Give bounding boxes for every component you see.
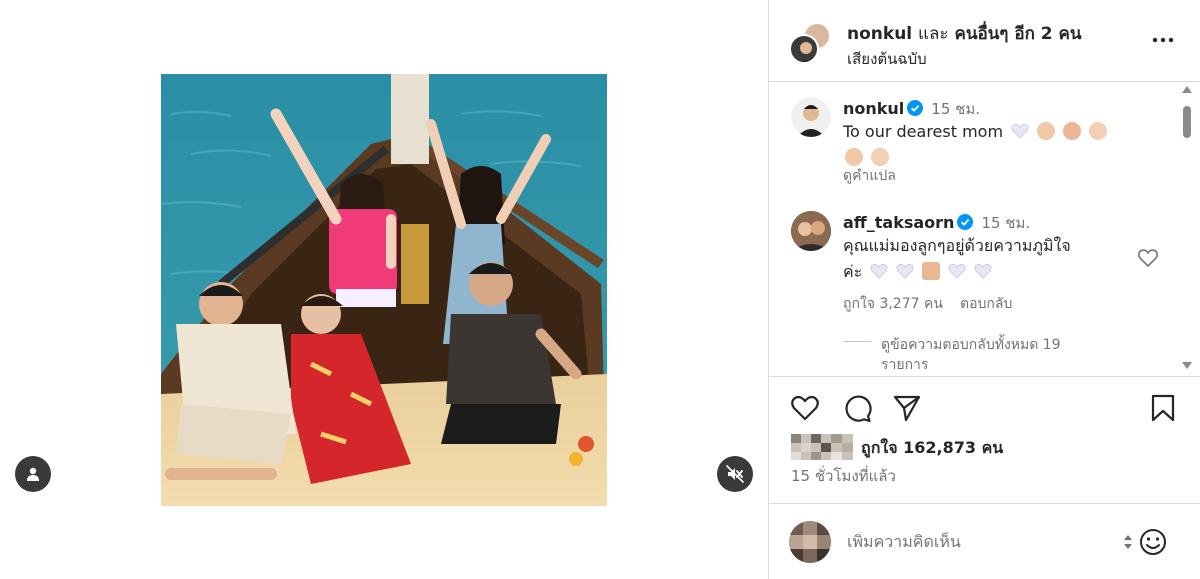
comment-meta: ถูกใจ 3,277 คน ตอบกลับ bbox=[843, 293, 1012, 315]
collab-avatars[interactable] bbox=[789, 22, 831, 64]
comments-scrollbar[interactable] bbox=[1180, 86, 1194, 370]
see-translation[interactable]: ดูคำแปล bbox=[843, 165, 896, 187]
comment-likes[interactable]: ถูกใจ 3,277 คน bbox=[843, 296, 943, 312]
reply-button[interactable]: ตอบกลับ bbox=[960, 296, 1012, 312]
more-icon[interactable] bbox=[1149, 30, 1177, 50]
mute-icon bbox=[726, 465, 744, 483]
white-heart-icon bbox=[1011, 124, 1029, 139]
emoji-boy-icon bbox=[845, 148, 863, 166]
caption-header: nonkul 15 ชม. bbox=[843, 97, 980, 121]
avatar[interactable] bbox=[791, 211, 831, 251]
emoji-man-icon bbox=[1063, 122, 1082, 140]
post-photo[interactable] bbox=[161, 74, 607, 506]
view-replies-line2: รายการ bbox=[881, 357, 929, 373]
view-replies[interactable]: ดูข้อความตอบกลับทั้งหมด 19 รายการ bbox=[881, 335, 1061, 373]
comments-list[interactable]: nonkul 15 ชม. To our dearest mom ดูคำแปล … bbox=[769, 83, 1200, 373]
post-side-panel: nonkul และ คนอื่นๆ อีก 2 คน เสียงต้นฉบับ… bbox=[768, 0, 1200, 579]
likes-row: ถูกใจ 162,873 คน bbox=[791, 434, 1191, 460]
caption-text-block: To our dearest mom bbox=[843, 119, 1173, 171]
verified-icon bbox=[957, 214, 974, 230]
liker-avatars[interactable] bbox=[791, 434, 853, 460]
comment-input[interactable] bbox=[847, 532, 1107, 551]
caption-text: To our dearest mom bbox=[843, 122, 1004, 141]
scroll-down-arrow-icon[interactable] bbox=[1182, 362, 1192, 369]
comment-like-heart-icon[interactable] bbox=[1137, 248, 1159, 268]
verified-icon bbox=[907, 100, 924, 116]
action-bar bbox=[769, 384, 1200, 434]
post-time[interactable]: 15 ชั่วโมงที่แล้ว bbox=[791, 464, 896, 488]
avatar bbox=[789, 34, 819, 64]
scroll-up-arrow-icon[interactable] bbox=[1182, 86, 1192, 93]
emoji-girl-icon bbox=[871, 148, 889, 166]
scroll-thumb[interactable] bbox=[1183, 106, 1191, 138]
white-heart-icon bbox=[948, 264, 966, 279]
header-and: และ bbox=[918, 24, 949, 44]
divider bbox=[769, 376, 1200, 377]
share-icon[interactable] bbox=[891, 392, 923, 424]
caption-time: 15 ชม. bbox=[931, 100, 980, 118]
header-username[interactable]: nonkul bbox=[847, 24, 912, 44]
comment-icon[interactable] bbox=[841, 392, 873, 424]
bookmark-icon[interactable] bbox=[1147, 392, 1179, 424]
photo-illustration bbox=[161, 74, 607, 506]
media-panel bbox=[0, 0, 768, 579]
post-header: nonkul และ คนอื่นๆ อีก 2 คน เสียงต้นฉบับ bbox=[769, 0, 1200, 82]
comment-time: 15 ชม. bbox=[981, 214, 1031, 232]
emoji-girl-icon bbox=[1089, 122, 1108, 140]
header-others[interactable]: คนอื่นๆ อีก 2 คน bbox=[954, 24, 1081, 44]
current-user-avatar bbox=[789, 521, 831, 563]
comment-text-block: คุณแม่มองลูกๆอยู่ด้วยความภูมิใจ ค่ะ bbox=[843, 233, 1143, 285]
resize-caret-icon bbox=[1124, 535, 1132, 549]
smile-icon[interactable] bbox=[1137, 526, 1169, 558]
view-replies-line1: ดูข้อความตอบกลับทั้งหมด 19 bbox=[881, 337, 1061, 353]
tagged-people-button[interactable] bbox=[15, 456, 51, 492]
caption-username[interactable]: nonkul bbox=[843, 99, 904, 118]
white-heart-icon bbox=[896, 264, 914, 279]
comment-header: aff_taksaorn 15 ชม. bbox=[843, 211, 1030, 235]
post-header-title: nonkul และ คนอื่นๆ อีก 2 คน bbox=[847, 20, 1082, 47]
white-heart-icon bbox=[870, 264, 888, 279]
comment-text-line2: ค่ะ bbox=[843, 262, 863, 281]
avatar[interactable] bbox=[791, 97, 831, 137]
audio-label[interactable]: เสียงต้นฉบับ bbox=[847, 47, 927, 71]
emoji-man-icon bbox=[1037, 122, 1056, 140]
add-comment-bar bbox=[769, 503, 1200, 579]
mute-button[interactable] bbox=[717, 456, 753, 492]
comment-username[interactable]: aff_taksaorn bbox=[843, 213, 954, 232]
white-heart-icon bbox=[974, 264, 992, 279]
replies-divider bbox=[843, 341, 871, 342]
likes-count[interactable]: ถูกใจ 162,873 คน bbox=[861, 436, 1003, 461]
heart-icon[interactable] bbox=[789, 392, 821, 424]
comment-text-line1: คุณแม่มองลูกๆอยู่ด้วยความภูมิใจ bbox=[843, 236, 1071, 255]
folded-hands-icon bbox=[922, 262, 941, 280]
person-icon bbox=[27, 467, 39, 481]
